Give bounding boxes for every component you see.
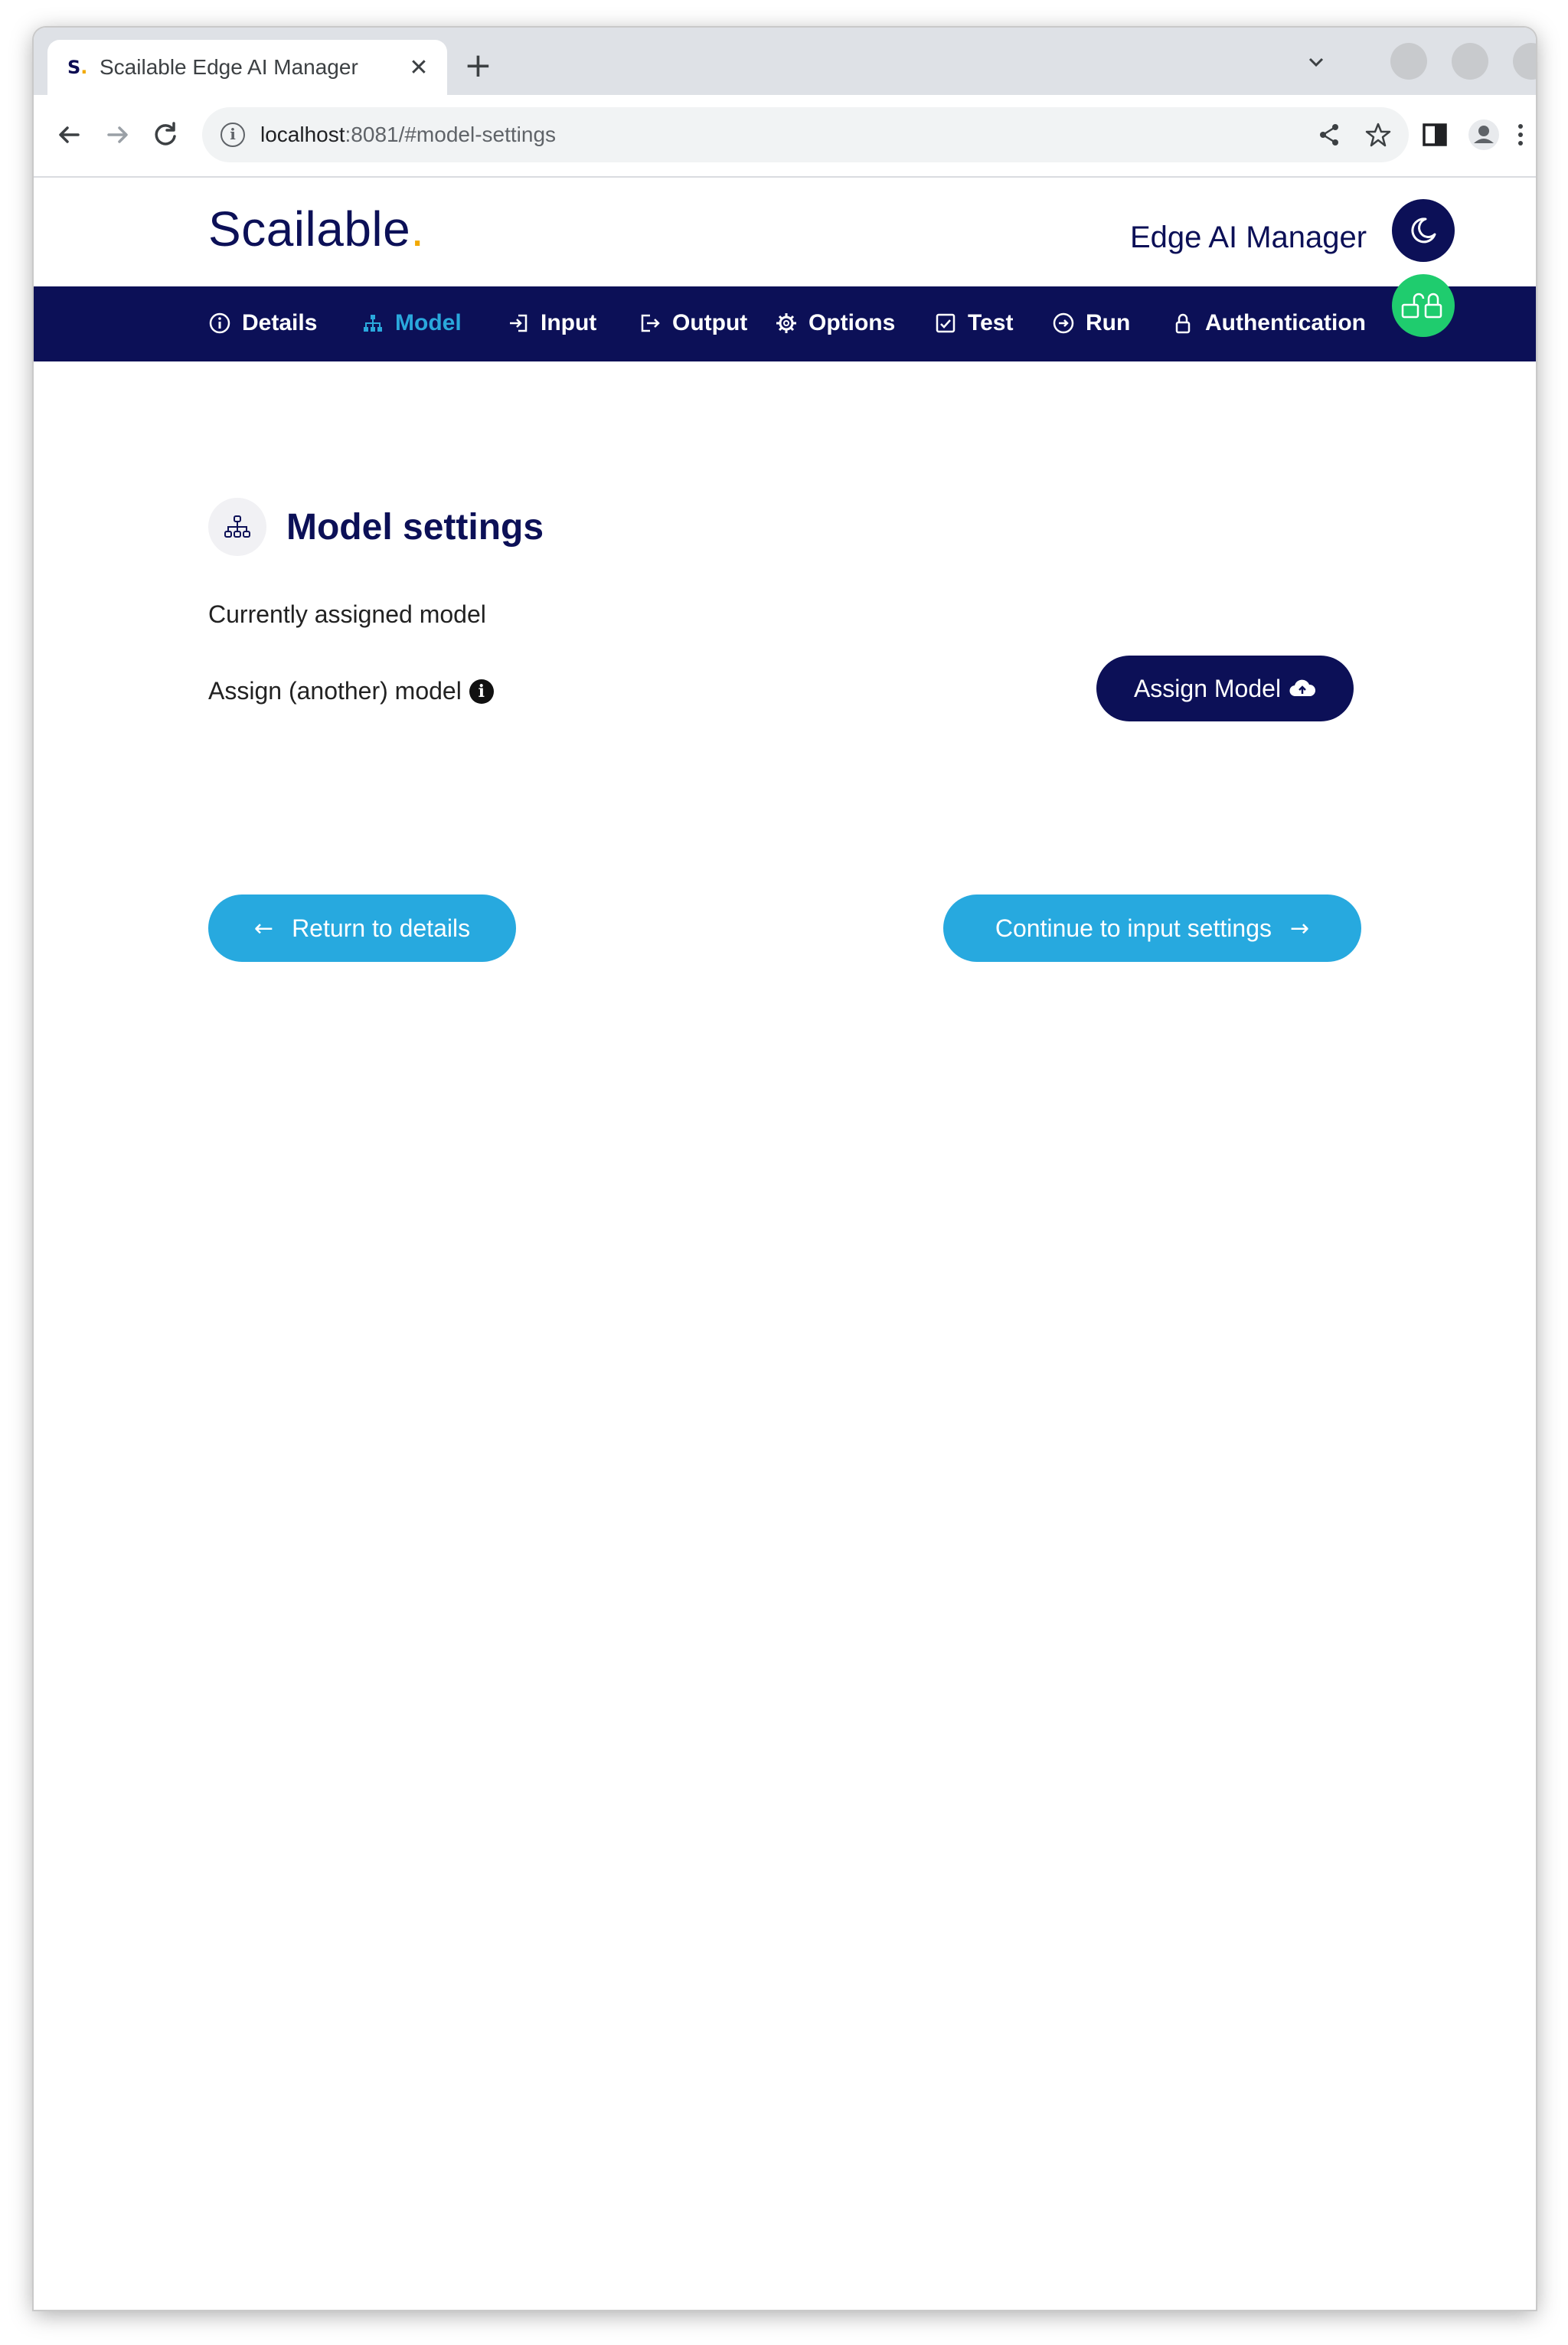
url-text[interactable]: localhost:8081/#model-settings (260, 123, 556, 147)
nav-item-label: Options (808, 310, 896, 335)
input-icon (510, 314, 528, 332)
continue-button-label: Continue to input settings (995, 914, 1272, 942)
continue-to-input-button[interactable]: Continue to input settings → (943, 895, 1361, 962)
dark-mode-toggle[interactable] (1392, 199, 1455, 262)
maximize-button[interactable] (1452, 43, 1488, 80)
lock-icon (1175, 313, 1191, 334)
checklist-icon (936, 313, 956, 333)
cloud-upload-icon (1289, 679, 1316, 697)
unlocked-lock-icon (1401, 293, 1442, 319)
moon-icon (1411, 217, 1436, 244)
info-icon[interactable]: i (469, 679, 494, 704)
browser-window: S. Scailable Edge AI Manager ✕ + i local… (34, 28, 1536, 2310)
chevron-down-icon[interactable] (1305, 51, 1328, 74)
nav-item-authentication[interactable]: Authentication (1171, 308, 1366, 339)
nav-item-details[interactable]: Details (208, 308, 317, 339)
info-circle-icon (209, 312, 230, 334)
profile-avatar-icon[interactable] (1467, 118, 1501, 152)
favicon: S. (67, 57, 88, 78)
more-menu-icon[interactable] (1504, 118, 1536, 152)
auth-status-badge[interactable] (1392, 274, 1455, 337)
assign-model-row: Assign (another) model i (208, 677, 494, 705)
browser-toolbar: i localhost:8081/#model-settings (34, 95, 1536, 178)
output-icon (641, 314, 660, 332)
gear-icon (776, 313, 796, 333)
main-navbar: Details Model Input Output Options Test (34, 286, 1536, 361)
arrow-circle-icon (1053, 312, 1074, 334)
new-tab-button[interactable]: + (464, 49, 492, 83)
assign-model-label: Assign (another) model (208, 677, 462, 705)
reload-icon[interactable] (149, 118, 182, 152)
return-button-label: Return to details (292, 914, 471, 942)
address-bar[interactable]: i localhost:8081/#model-settings (202, 107, 1409, 162)
nav-item-input[interactable]: Input (507, 308, 596, 339)
nav-item-label: Input (541, 310, 597, 335)
back-arrow-icon[interactable] (52, 118, 86, 152)
sitemap-icon (208, 498, 266, 556)
app-page: Scailable. Edge AI Manager Details Model… (34, 178, 1536, 2310)
assigned-model-label: Currently assigned model (208, 600, 486, 628)
share-icon[interactable] (1315, 121, 1343, 149)
arrow-left-icon: ← (253, 914, 274, 942)
close-window-button[interactable] (1513, 43, 1536, 80)
nav-item-test[interactable]: Test (934, 308, 1013, 339)
nav-item-label: Details (242, 310, 318, 335)
nav-item-label: Run (1086, 310, 1131, 335)
forward-arrow-icon[interactable] (101, 118, 135, 152)
sitemap-icon (364, 315, 382, 332)
nav-item-label: Output (672, 310, 748, 335)
minimize-button[interactable] (1390, 43, 1427, 80)
section-header: Model settings (208, 498, 544, 556)
site-info-icon[interactable]: i (220, 123, 245, 147)
nav-item-run[interactable]: Run (1052, 308, 1130, 339)
return-to-details-button[interactable]: ← Return to details (208, 895, 516, 962)
nav-item-label: Model (395, 310, 462, 335)
assign-model-button-label: Assign Model (1133, 674, 1282, 702)
page-title: Model settings (286, 506, 544, 548)
tab-title: Scailable Edge AI Manager (100, 55, 358, 79)
app-header: Scailable. Edge AI Manager (34, 178, 1536, 286)
browser-tab[interactable]: S. Scailable Edge AI Manager ✕ (47, 40, 447, 95)
side-panel-icon[interactable] (1418, 118, 1452, 152)
nav-item-output[interactable]: Output (639, 308, 747, 339)
nav-item-model[interactable]: Model (361, 308, 462, 339)
tab-strip: S. Scailable Edge AI Manager ✕ + (34, 28, 1536, 95)
bookmark-star-icon[interactable] (1364, 121, 1392, 149)
scailable-logo[interactable]: Scailable. (208, 201, 425, 257)
assign-model-button[interactable]: Assign Model (1096, 656, 1354, 721)
arrow-right-icon: → (1289, 914, 1310, 942)
nav-item-label: Test (968, 310, 1014, 335)
nav-item-options[interactable]: Options (775, 308, 895, 339)
product-title: Edge AI Manager (1130, 221, 1367, 254)
tab-close-icon[interactable]: ✕ (406, 54, 432, 81)
nav-item-label: Authentication (1205, 310, 1366, 335)
